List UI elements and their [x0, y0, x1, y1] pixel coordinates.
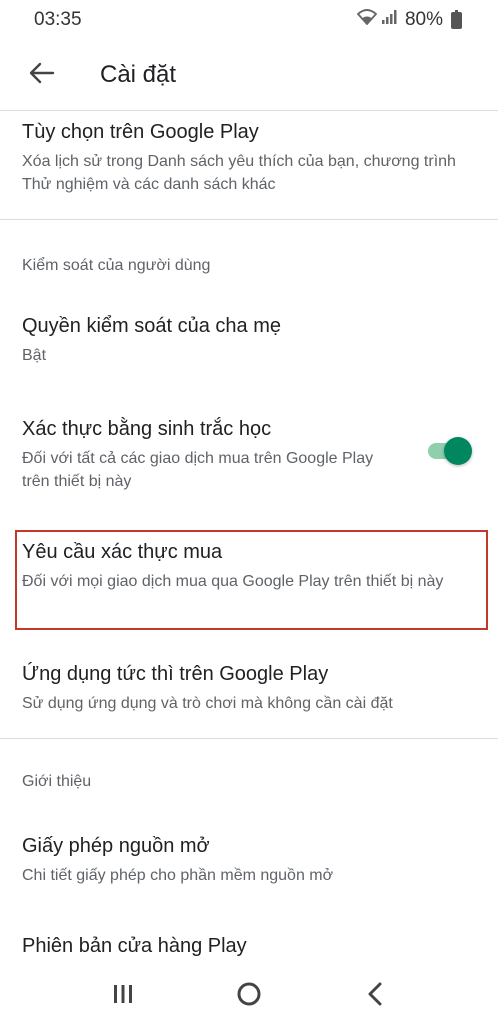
divider — [0, 738, 498, 739]
system-nav-bar — [0, 968, 498, 1024]
status-icons — [356, 9, 397, 31]
purchase-auth-item[interactable]: Yêu cầu xác thực mua Đối với mọi giao dị… — [0, 538, 498, 593]
app-bar: Cài đặt — [0, 40, 498, 110]
signal-icon — [381, 9, 397, 31]
purchase-auth-subtitle: Đối với mọi giao dịch mua qua Google Pla… — [22, 573, 444, 590]
biometric-auth-item[interactable]: Xác thực bằng sinh trắc học Đối với tất … — [0, 415, 498, 493]
instant-apps-item[interactable]: Ứng dụng tức thì trên Google Play Sử dụn… — [0, 660, 498, 715]
arrow-back-icon — [29, 62, 55, 89]
parental-controls-status: Bật — [22, 347, 47, 364]
play-version-title: Phiên bản cửa hàng Play — [22, 935, 247, 957]
back-button[interactable] — [12, 45, 72, 105]
open-source-title: Giấy phép nguồn mở — [22, 835, 210, 857]
page-title: Cài đặt — [100, 61, 177, 88]
instant-apps-subtitle: Sử dụng ứng dụng và trò chơi mà không cầ… — [22, 695, 393, 712]
status-bar: 03:35 80% — [0, 0, 498, 40]
status-right: 80% — [356, 9, 462, 31]
status-time: 03:35 — [34, 9, 82, 30]
nav-back-button[interactable] — [345, 976, 405, 1016]
section-header-user-controls: Kiểm soát của người dùng — [22, 257, 211, 274]
parental-controls-title: Quyền kiểm soát của cha mẹ — [22, 315, 282, 337]
home-icon — [236, 981, 262, 1012]
open-source-subtitle: Chi tiết giấy phép cho phần mềm nguồn mở — [22, 867, 334, 884]
recents-button[interactable] — [93, 976, 153, 1016]
wifi-icon — [356, 9, 378, 31]
back-icon — [367, 982, 383, 1011]
battery-percentage: 80% — [404, 9, 443, 30]
play-options-title: Tùy chọn trên Google Play — [22, 121, 259, 143]
divider — [0, 110, 498, 111]
play-options-item[interactable]: Tùy chọn trên Google Play Xóa lịch sử tr… — [0, 118, 498, 196]
toggle-thumb — [444, 437, 472, 465]
biometric-auth-title: Xác thực bằng sinh trắc học — [22, 418, 272, 440]
play-options-subtitle: Xóa lịch sử trong Danh sách yêu thích củ… — [22, 153, 456, 193]
divider — [0, 219, 498, 220]
settings-screen: 03:35 80% Cài đặt Tùy chọn trên Google P… — [0, 0, 498, 1024]
purchase-auth-title: Yêu cầu xác thực mua — [22, 541, 223, 563]
open-source-item[interactable]: Giấy phép nguồn mở Chi tiết giấy phép ch… — [0, 832, 498, 887]
instant-apps-title: Ứng dụng tức thì trên Google Play — [22, 663, 329, 685]
biometric-toggle[interactable] — [426, 437, 472, 465]
biometric-auth-subtitle: Đối với tất cả các giao dịch mua trên Go… — [22, 450, 374, 490]
battery-icon — [451, 9, 462, 29]
section-header-about: Giới thiệu — [22, 773, 92, 790]
play-version-item[interactable]: Phiên bản cửa hàng Play — [0, 932, 498, 960]
home-button[interactable] — [219, 976, 279, 1016]
recents-icon — [112, 984, 134, 1009]
parental-controls-item[interactable]: Quyền kiểm soát của cha mẹ Bật — [0, 312, 498, 367]
